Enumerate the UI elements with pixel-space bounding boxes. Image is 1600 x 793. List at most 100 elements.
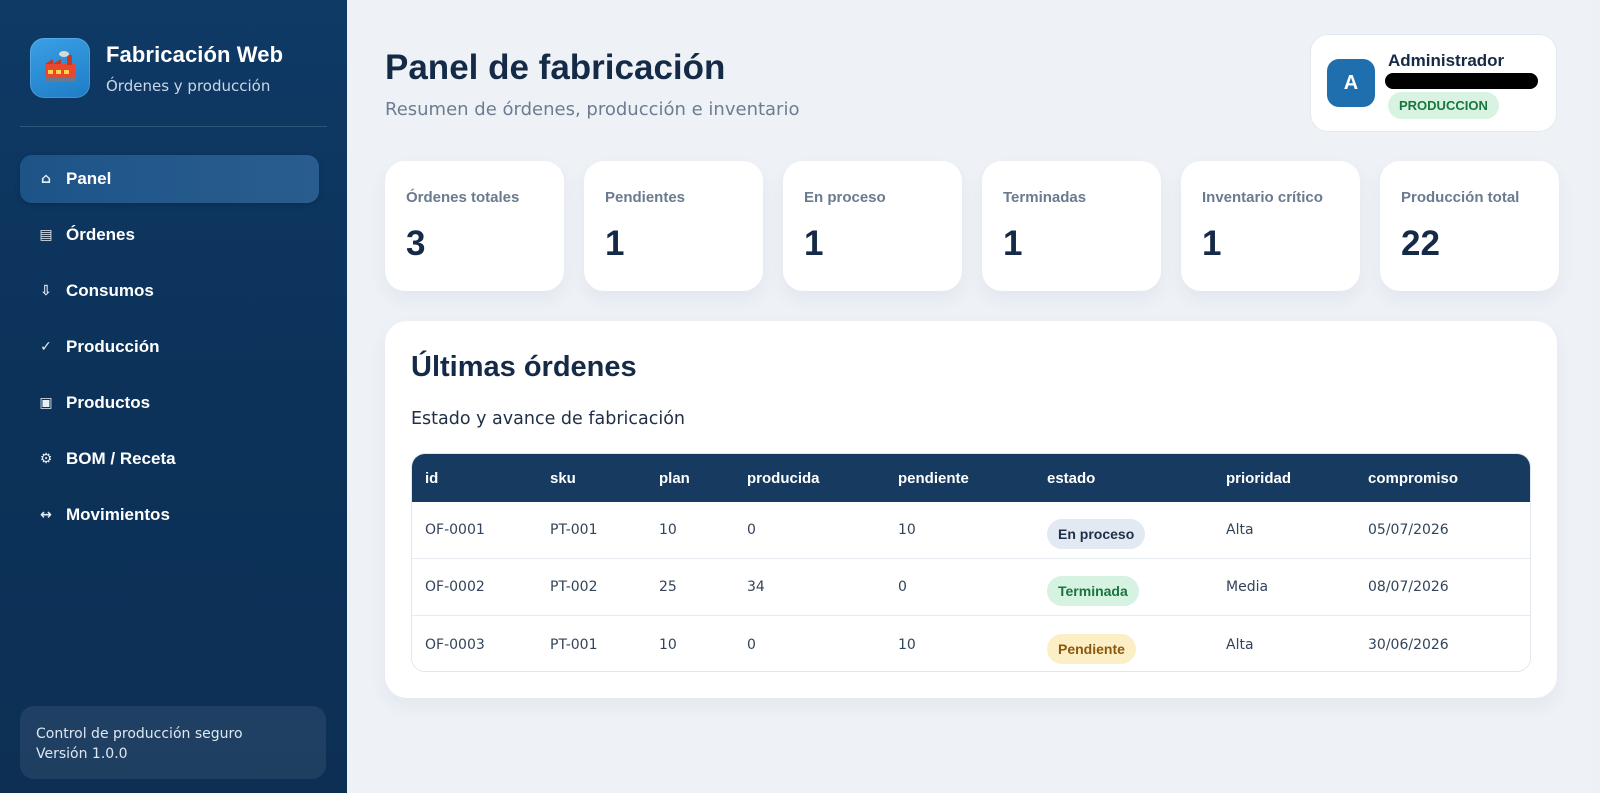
table-row[interactable]: OF-0001 PT-001 10 0 10 En proceso Alta 0… xyxy=(412,502,1530,559)
factory-icon xyxy=(30,38,90,98)
stat-value: 3 xyxy=(406,224,426,263)
orders-title: Últimas órdenes xyxy=(411,351,637,383)
table-row[interactable]: OF-0003 PT-001 10 0 10 Pendiente Alta 30… xyxy=(412,616,1530,671)
main-content: Panel de fabricación Resumen de órdenes,… xyxy=(347,0,1600,793)
stat-card-inventario-critico: Inventario crítico 1 xyxy=(1181,161,1360,291)
cell-compromiso: 08/07/2026 xyxy=(1368,579,1449,595)
download-arrow-icon: ⇩ xyxy=(40,283,52,299)
orders-subtitle: Estado y avance de fabricación xyxy=(411,409,686,429)
stat-label: Pendientes xyxy=(605,189,686,206)
table-header: id sku plan producida pendiente estado p… xyxy=(412,454,1530,502)
page-title: Panel de fabricación xyxy=(385,48,726,87)
sidebar-item-label: Productos xyxy=(66,393,151,412)
sidebar: Fabricación Web Órdenes y producción ⌂ P… xyxy=(0,0,347,793)
window-edge xyxy=(1592,0,1600,793)
left-right-arrow-icon: ↔ xyxy=(40,507,52,523)
footer-version: Versión 1.0.0 xyxy=(36,746,128,762)
sidebar-item-label: BOM / Receta xyxy=(66,449,176,468)
stat-card-terminadas: Terminadas 1 xyxy=(982,161,1161,291)
stats-row: Órdenes totales 3 Pendientes 1 En proces… xyxy=(385,161,1559,291)
user-name: Administrador xyxy=(1388,51,1505,70)
avatar: A xyxy=(1327,59,1375,107)
cell-sku: PT-001 xyxy=(550,522,598,538)
sidebar-item-label: Movimientos xyxy=(66,505,170,524)
stat-value: 1 xyxy=(804,224,824,263)
stat-value: 1 xyxy=(1202,224,1222,263)
footer-security-text: Control de producción seguro xyxy=(36,726,243,742)
cell-estado: Terminada xyxy=(1034,568,1213,606)
cell-compromiso: 30/06/2026 xyxy=(1368,636,1449,653)
sidebar-item-label: Órdenes xyxy=(66,225,135,244)
cell-producida: 0 xyxy=(747,636,756,653)
column-header: compromiso xyxy=(1368,469,1459,487)
stat-card-ordenes-totales: Órdenes totales 3 xyxy=(385,161,564,291)
cell-prioridad: Alta xyxy=(1226,522,1254,538)
box-icon: ▣ xyxy=(39,395,53,411)
divider xyxy=(20,126,327,127)
sidebar-item-productos[interactable]: ▣ Productos xyxy=(20,379,319,427)
cell-prioridad: Alta xyxy=(1226,636,1254,653)
app-window: Fabricación Web Órdenes y producción ⌂ P… xyxy=(0,0,1600,793)
user-card[interactable]: A Administrador PRODUCCION xyxy=(1310,34,1557,132)
cell-compromiso: 05/07/2026 xyxy=(1368,522,1449,538)
cell-plan: 10 xyxy=(659,522,677,538)
column-header: producida xyxy=(747,469,820,487)
brand[interactable]: Fabricación Web Órdenes y producción xyxy=(30,38,283,98)
cell-prioridad: Media xyxy=(1226,579,1269,595)
cell-sku: PT-001 xyxy=(550,636,598,653)
stat-value: 1 xyxy=(1003,224,1023,263)
status-badge: En proceso xyxy=(1047,519,1146,549)
orders-table: id sku plan producida pendiente estado p… xyxy=(411,453,1531,672)
home-icon: ⌂ xyxy=(40,171,52,187)
stat-value: 22 xyxy=(1401,224,1440,263)
column-header: estado xyxy=(1047,469,1096,487)
sidebar-nav: ⌂ Panel ▤ Órdenes ⇩ Consumos ✓ Producció… xyxy=(20,155,319,547)
cell-id: OF-0003 xyxy=(425,636,485,653)
status-badge: Terminada xyxy=(1047,576,1139,606)
cell-estado: En proceso xyxy=(1034,511,1213,549)
sidebar-item-bom-receta[interactable]: ⚙ BOM / Receta xyxy=(20,435,319,483)
sidebar-item-panel[interactable]: ⌂ Panel xyxy=(20,155,319,203)
stat-card-pendientes: Pendientes 1 xyxy=(584,161,763,291)
cell-id: OF-0001 xyxy=(425,522,485,538)
sidebar-item-ordenes[interactable]: ▤ Órdenes xyxy=(20,211,319,259)
sidebar-item-produccion[interactable]: ✓ Producción xyxy=(20,323,319,371)
column-header: pendiente xyxy=(898,469,969,487)
cell-estado: Pendiente xyxy=(1034,626,1213,664)
cell-id: OF-0002 xyxy=(425,579,485,595)
check-icon: ✓ xyxy=(40,339,52,355)
cell-plan: 25 xyxy=(659,579,677,595)
table-row[interactable]: OF-0002 PT-002 25 34 0 Terminada Media 0… xyxy=(412,559,1530,616)
column-header: id xyxy=(425,469,439,487)
column-header: prioridad xyxy=(1226,469,1292,487)
sidebar-item-consumos[interactable]: ⇩ Consumos xyxy=(20,267,319,315)
column-header: sku xyxy=(550,469,576,487)
stat-label: Producción total xyxy=(1401,189,1520,206)
cell-pendiente: 0 xyxy=(898,579,907,595)
stat-card-produccion-total: Producción total 22 xyxy=(1380,161,1559,291)
brand-title: Fabricación Web xyxy=(106,41,284,67)
stat-card-en-proceso: En proceso 1 xyxy=(783,161,962,291)
sidebar-footer: Control de producción seguro Versión 1.0… xyxy=(20,706,326,779)
column-header: plan xyxy=(659,469,690,487)
gear-icon: ⚙ xyxy=(39,451,53,467)
sidebar-item-label: Panel xyxy=(66,169,112,188)
orders-card: Últimas órdenes Estado y avance de fabri… xyxy=(385,321,1557,698)
brand-subtitle: Órdenes y producción xyxy=(106,76,271,95)
stat-value: 1 xyxy=(605,224,625,263)
stat-label: En proceso xyxy=(804,189,886,206)
sidebar-item-movimientos[interactable]: ↔ Movimientos xyxy=(20,491,319,539)
stat-label: Órdenes totales xyxy=(406,189,520,206)
cell-producida: 0 xyxy=(747,522,756,538)
list-icon: ▤ xyxy=(39,227,53,243)
stat-label: Inventario crítico xyxy=(1202,189,1323,206)
stat-label: Terminadas xyxy=(1003,189,1087,206)
role-badge: PRODUCCION xyxy=(1388,92,1499,119)
sidebar-item-label: Producción xyxy=(66,337,160,356)
cell-plan: 10 xyxy=(659,636,677,653)
status-badge: Pendiente xyxy=(1047,633,1136,664)
cell-producida: 34 xyxy=(747,579,765,595)
sidebar-item-label: Consumos xyxy=(66,281,154,300)
cell-pendiente: 10 xyxy=(898,522,916,538)
page-subtitle: Resumen de órdenes, producción e inventa… xyxy=(385,99,800,120)
